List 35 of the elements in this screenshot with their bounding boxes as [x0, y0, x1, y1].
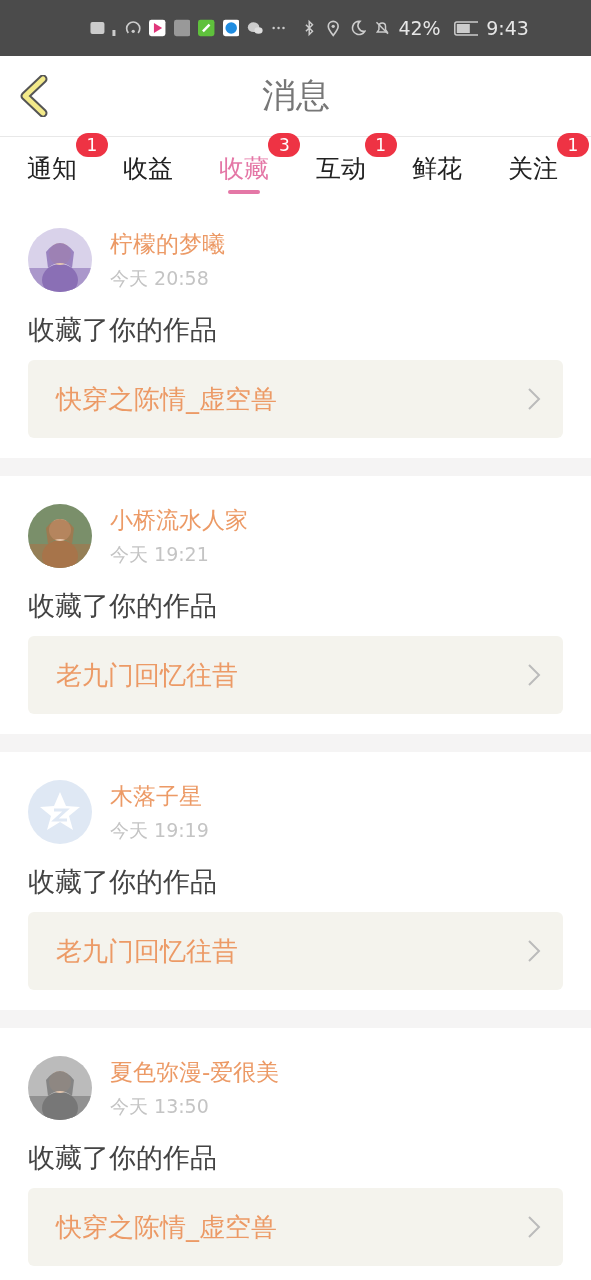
user-name: 木落子星 [110, 781, 203, 811]
count-badge: 3 [268, 133, 301, 157]
app-icon [222, 18, 240, 38]
message-text: 收藏了你的作品 [28, 865, 218, 899]
tab[interactable]: 收益 [118, 137, 179, 200]
user-name: 柠檬的梦曦 [110, 229, 225, 259]
timestamp: 今天 20:58 [110, 265, 210, 291]
message-text: 收藏了你的作品 [28, 313, 218, 347]
message-text: 收藏了你的作品 [28, 1141, 218, 1175]
moon-icon [349, 18, 366, 38]
user-name: 小桥流水人家 [110, 505, 248, 535]
message-text: 收藏了你的作品 [28, 589, 218, 623]
tab[interactable]: 鲜花 [406, 137, 467, 200]
timestamp: 今天 19:19 [110, 817, 209, 843]
chevron-right-icon [527, 1215, 541, 1239]
timestamp: 今天 19:21 [110, 541, 210, 567]
more-icon [271, 26, 285, 30]
count-badge: 1 [364, 133, 397, 157]
app-icon [173, 18, 191, 38]
count-badge: 1 [76, 133, 108, 157]
chevron-right-icon [527, 663, 541, 687]
timestamp: 今天 13:50 [110, 1093, 210, 1119]
chevron-right-icon [527, 387, 541, 411]
user-name: 夏色弥漫-爱很美 [110, 1057, 280, 1087]
battery-level: 42% [398, 17, 441, 39]
avatar-icon [28, 780, 92, 844]
chevron-right-icon [527, 939, 541, 963]
page-title: 消息 [260, 74, 331, 117]
app-icon [198, 18, 215, 38]
count-badge: 1 [556, 133, 589, 157]
location-icon [325, 18, 342, 38]
back-button[interactable] [18, 74, 50, 118]
app-icon [149, 18, 166, 38]
chevron-left-icon [19, 75, 49, 117]
clock: 9:43 [486, 17, 529, 39]
